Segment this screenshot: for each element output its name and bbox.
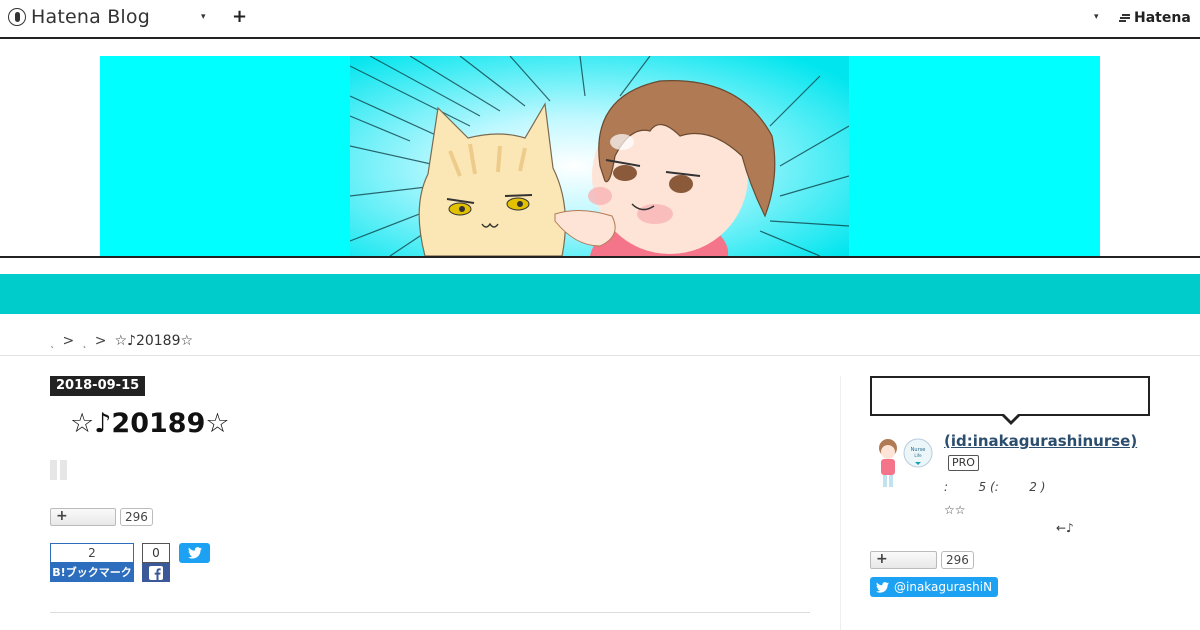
star-count[interactable]: 296 [120,508,153,526]
breadcrumb-separator: > [94,333,107,349]
sidebar-star-count[interactable]: 296 [941,551,974,569]
profile-description-arrow: ←♪ [1056,521,1074,535]
breadcrumb-current: ☆♪20189☆ [114,333,194,349]
add-star-icon: + [56,508,68,524]
facebook-share-button[interactable] [142,563,170,582]
twitter-follow-button[interactable]: @inakagurashiN [870,577,999,597]
sidebar-star-row: + 296 [870,551,974,569]
account-dropdown-icon[interactable]: ▾ [1094,12,1099,22]
breadcrumb-separator: > [62,333,75,349]
breadcrumb-link-category[interactable]: ˛ [82,339,87,349]
header-divider [0,256,1200,258]
hatena-blog-logo-icon [8,8,26,26]
add-star-icon: + [876,551,888,567]
twitter-icon [187,547,202,559]
hatena-brand-text: Hatena [1134,10,1191,26]
sidebar-add-star-button[interactable]: + [870,551,937,569]
sidebar-divider [840,376,841,630]
global-header: Hatena Blog ▾ + ▾ Hatena [0,0,1200,39]
hatena-brand-icon [1119,13,1131,23]
hatena-blog-logo-text: Hatena Blog [31,6,150,28]
profile-avatar[interactable]: Nurse Life [870,434,934,492]
profile-id-link[interactable]: (id:inakagurashinurse) [944,432,1137,450]
facebook-share-count[interactable]: 0 [142,543,170,563]
breadcrumb-divider [0,355,1200,356]
breadcrumb-link-top[interactable]: ˛ [50,339,55,349]
add-star-button[interactable]: + [50,508,116,526]
quote-icon [50,460,67,480]
facebook-icon [149,565,163,580]
hatena-brand-link[interactable]: Hatena [1119,10,1191,26]
profile-description-stars: ☆☆ [944,503,966,517]
pro-badge[interactable]: PRO [948,455,979,471]
hatena-blog-logo[interactable]: Hatena Blog [8,6,150,28]
blog-header-illustration[interactable] [350,56,849,256]
hatena-star-row: + 296 [50,508,153,526]
new-post-button[interactable]: + [232,6,247,27]
blog-nav-band [0,274,1200,314]
post-date[interactable]: 2018-09-15 [50,376,146,396]
twitter-icon [876,581,889,593]
breadcrumb: ˛ > ˛ > ☆♪20189☆ [50,333,193,349]
svg-text:Life: Life [914,453,922,458]
twitter-share-button[interactable] [179,543,210,563]
profile-speech-box [870,376,1150,416]
twitter-follow-label: @inakagurashiN [894,580,993,594]
hatena-bookmark-count[interactable]: 2 [50,543,134,563]
profile-description-line: : 5 (: 2 ) [944,480,1046,494]
post-title[interactable]: ☆♪20189☆ [70,408,230,439]
hatena-bookmark-button[interactable]: B!ブックマーク [50,563,134,582]
article-footer-divider [50,612,810,613]
menu-dropdown-icon[interactable]: ▾ [201,12,206,22]
